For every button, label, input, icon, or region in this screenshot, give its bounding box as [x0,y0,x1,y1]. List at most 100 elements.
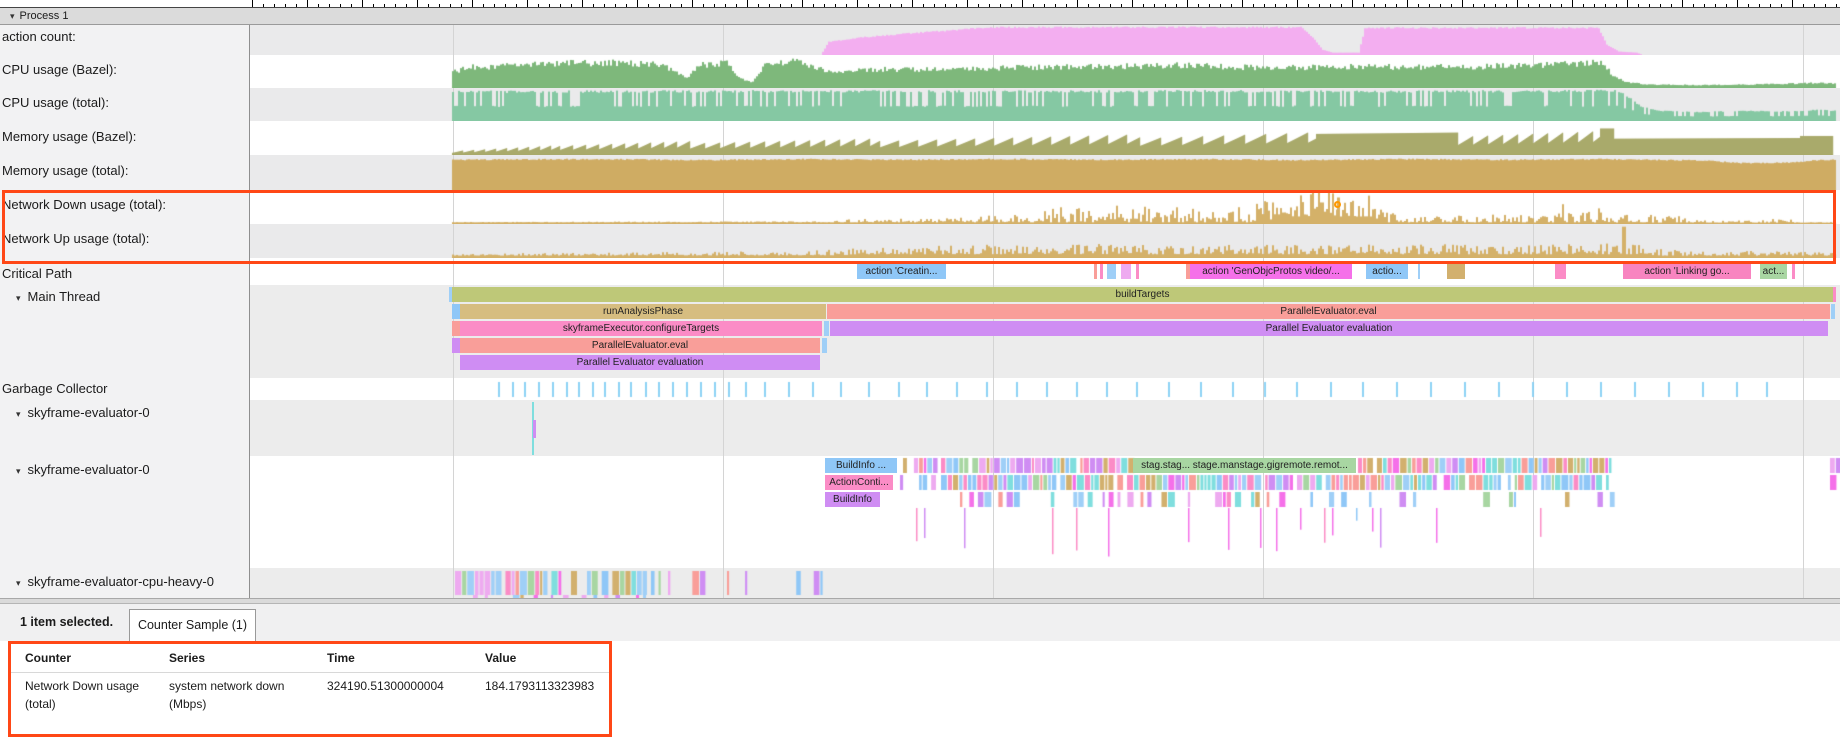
slice-actio-[interactable]: actio... [1366,264,1408,279]
ruler-tick [1561,4,1562,7]
ruler-tick [1506,4,1507,7]
slice-parallel-evaluator-evaluation[interactable]: Parallel Evaluator evaluation [830,321,1828,336]
ruler-tick [1429,4,1430,7]
slice[interactable] [452,338,460,353]
track-label-8[interactable]: ▾Main Thread [16,289,100,304]
slice-action-creatin-[interactable]: action 'Creatin... [857,264,946,279]
counter-track-0[interactable] [252,25,1840,55]
slice[interactable] [824,321,829,336]
slice-skyframeexecutor-configuretargets[interactable]: skyframeExecutor.configureTargets [460,321,822,336]
ruler-tick [450,4,451,7]
ruler-tick [560,4,561,7]
slice[interactable] [1094,264,1097,279]
track-label-1[interactable]: CPU usage (Bazel): [2,62,117,77]
slice-runanalysisphase[interactable]: runAnalysisPhase [460,304,826,319]
track-label-0[interactable]: action count: [2,29,76,44]
evaluator2-track[interactable] [252,456,1840,568]
slice[interactable] [1418,264,1420,279]
track-label-7[interactable]: Critical Path [2,266,72,281]
track-row-10[interactable] [250,400,1840,456]
ruler-tick [1143,4,1144,7]
process-group-header[interactable]: ▾Process 1 [0,8,1840,25]
slice[interactable] [1100,264,1103,279]
slice[interactable] [1121,264,1131,279]
track-label-10[interactable]: ▾skyframe-evaluator-0 [16,405,150,420]
ruler-tick [615,4,616,7]
ruler-tick [1286,4,1287,7]
slice[interactable] [1136,264,1139,279]
ruler-tick [1627,0,1628,7]
slice-parallel-evaluator-evaluation[interactable]: Parallel Evaluator evaluation [460,355,820,370]
slice-stag-stag-stage-manstage-gigremote-remot-[interactable]: stag.stag... stage.manstage.gigremote.re… [1133,458,1356,473]
ruler-tick [989,4,990,7]
selection-status: 1 item selected. [20,615,113,629]
track-label-2[interactable]: CPU usage (total): [2,95,109,110]
counter-track-2[interactable] [252,88,1840,121]
gc-track[interactable] [252,378,1840,400]
panel-resize-handle[interactable] [0,598,1840,604]
ruler-tick [1396,4,1397,7]
ruler-tick [736,4,737,7]
tab-counter-sample[interactable]: Counter Sample (1) [129,609,256,641]
cpu-heavy-track[interactable] [252,568,1840,598]
slice-parallelevaluator-eval[interactable]: ParallelEvaluator.eval [460,338,820,353]
ruler-tick [1187,0,1188,7]
slice[interactable] [1792,264,1795,279]
slice[interactable] [452,321,460,336]
ruler-tick [1000,4,1001,7]
evaluator1-slice-overlay[interactable] [533,420,536,438]
ruler-tick [593,4,594,7]
ruler-tick [527,0,528,7]
ruler-tick [1737,0,1738,7]
ruler-tick [890,4,891,7]
slice[interactable] [1833,287,1836,302]
slice[interactable] [1447,264,1465,279]
track-label-text: skyframe-evaluator-0 [28,462,150,477]
ruler-tick [1440,4,1441,7]
slice-action-genobjcprotos-video-[interactable]: action 'GenObjcProtos video/... [1190,264,1352,279]
slice-buildinfo[interactable]: BuildInfo [825,492,880,507]
track-label-9[interactable]: Garbage Collector [2,381,108,396]
ruler-tick [1660,4,1661,7]
ruler-tick [692,0,693,7]
ruler-tick [263,4,264,7]
slice[interactable] [452,304,460,319]
track-label-3[interactable]: Memory usage (Bazel): [2,129,136,144]
counter-track-3[interactable] [252,121,1840,155]
ruler-tick [1033,4,1034,7]
slice[interactable] [1107,264,1116,279]
slice[interactable] [822,338,827,353]
ruler-tick [1154,4,1155,7]
ruler-tick [714,4,715,7]
track-label-11[interactable]: ▾skyframe-evaluator-0 [16,462,150,477]
ruler-tick [1385,4,1386,7]
slice-actionconti-[interactable]: ActionConti... [825,475,893,490]
slice-parallelevaluator-eval[interactable]: ParallelEvaluator.eval [827,304,1830,319]
track-label-12[interactable]: ▾skyframe-evaluator-cpu-heavy-0 [16,574,214,589]
slice-buildinfo-[interactable]: BuildInfo ... [825,458,897,473]
slice[interactable] [1555,264,1566,279]
ruler-tick [1352,0,1353,7]
counter-track-4[interactable] [252,155,1840,190]
slice-buildtargets[interactable]: buildTargets [452,287,1833,302]
ruler-tick [1748,4,1749,7]
ruler-tick [846,4,847,7]
ruler-tick [373,4,374,7]
slice[interactable] [1831,304,1835,319]
ruler-tick [483,4,484,7]
slice-action-linking-go-[interactable]: action 'Linking go... [1623,264,1751,279]
ruler-tick [1066,4,1067,7]
track-label-4[interactable]: Memory usage (total): [2,163,128,178]
ruler-tick [1308,4,1309,7]
collapse-arrow-icon: ▾ [10,11,15,21]
ruler-tick [780,4,781,7]
ruler-tick [1264,4,1265,7]
ruler-tick [1198,4,1199,7]
ruler-tick [1407,0,1408,7]
counter-track-1[interactable] [252,55,1840,88]
ruler-tick [1044,4,1045,7]
ruler-tick [494,4,495,7]
timeline-ruler[interactable] [0,0,1840,8]
slice-act-[interactable]: act... [1760,264,1787,279]
ruler-tick [439,4,440,7]
